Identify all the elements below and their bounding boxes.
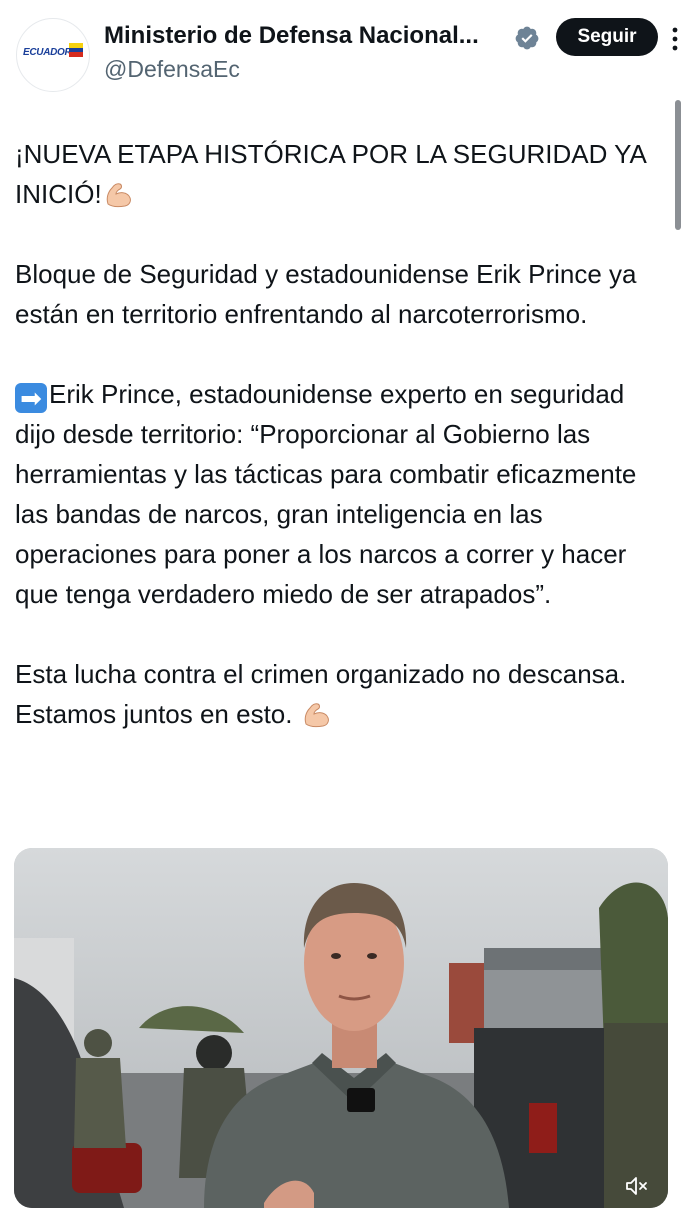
ecuador-flag-icon bbox=[69, 43, 83, 57]
post-paragraph: ¡NUEVA ETAPA HISTÓRICA POR LA SEGURIDAD … bbox=[15, 134, 667, 214]
verified-badge-icon bbox=[515, 26, 539, 50]
tweet-header: ECUADOR Ministerio de Defensa Nacional..… bbox=[0, 0, 684, 100]
post-paragraph: Esta lucha contra el crimen organizado n… bbox=[15, 654, 667, 734]
avatar-logo-text: ECUADOR bbox=[23, 47, 72, 58]
post-paragraph: ➡ Erik Prince, estadounidense experto en … bbox=[15, 374, 667, 614]
post-paragraph-3-text: Erik Prince, estadounidense experto en s… bbox=[15, 379, 637, 609]
flexed-biceps-icon bbox=[106, 183, 131, 208]
post-paragraph: Bloque de Seguridad y estadounidense Eri… bbox=[15, 259, 637, 329]
mute-icon[interactable] bbox=[626, 1176, 648, 1196]
video-frame bbox=[14, 848, 668, 1208]
tweet-text: ¡NUEVA ETAPA HISTÓRICA POR LA SEGURIDAD … bbox=[15, 134, 667, 734]
more-options-icon[interactable] bbox=[670, 26, 680, 52]
account-name[interactable]: Ministerio de Defensa Nacional... bbox=[104, 22, 479, 50]
arrow-right-icon: ➡ bbox=[15, 383, 47, 413]
video-player[interactable] bbox=[14, 848, 668, 1208]
follow-button[interactable]: Seguir bbox=[556, 18, 658, 56]
scrollbar-thumb[interactable] bbox=[675, 100, 681, 230]
flexed-biceps-icon bbox=[304, 703, 329, 728]
account-handle[interactable]: @DefensaEc bbox=[104, 56, 240, 83]
avatar[interactable]: ECUADOR bbox=[16, 18, 90, 92]
